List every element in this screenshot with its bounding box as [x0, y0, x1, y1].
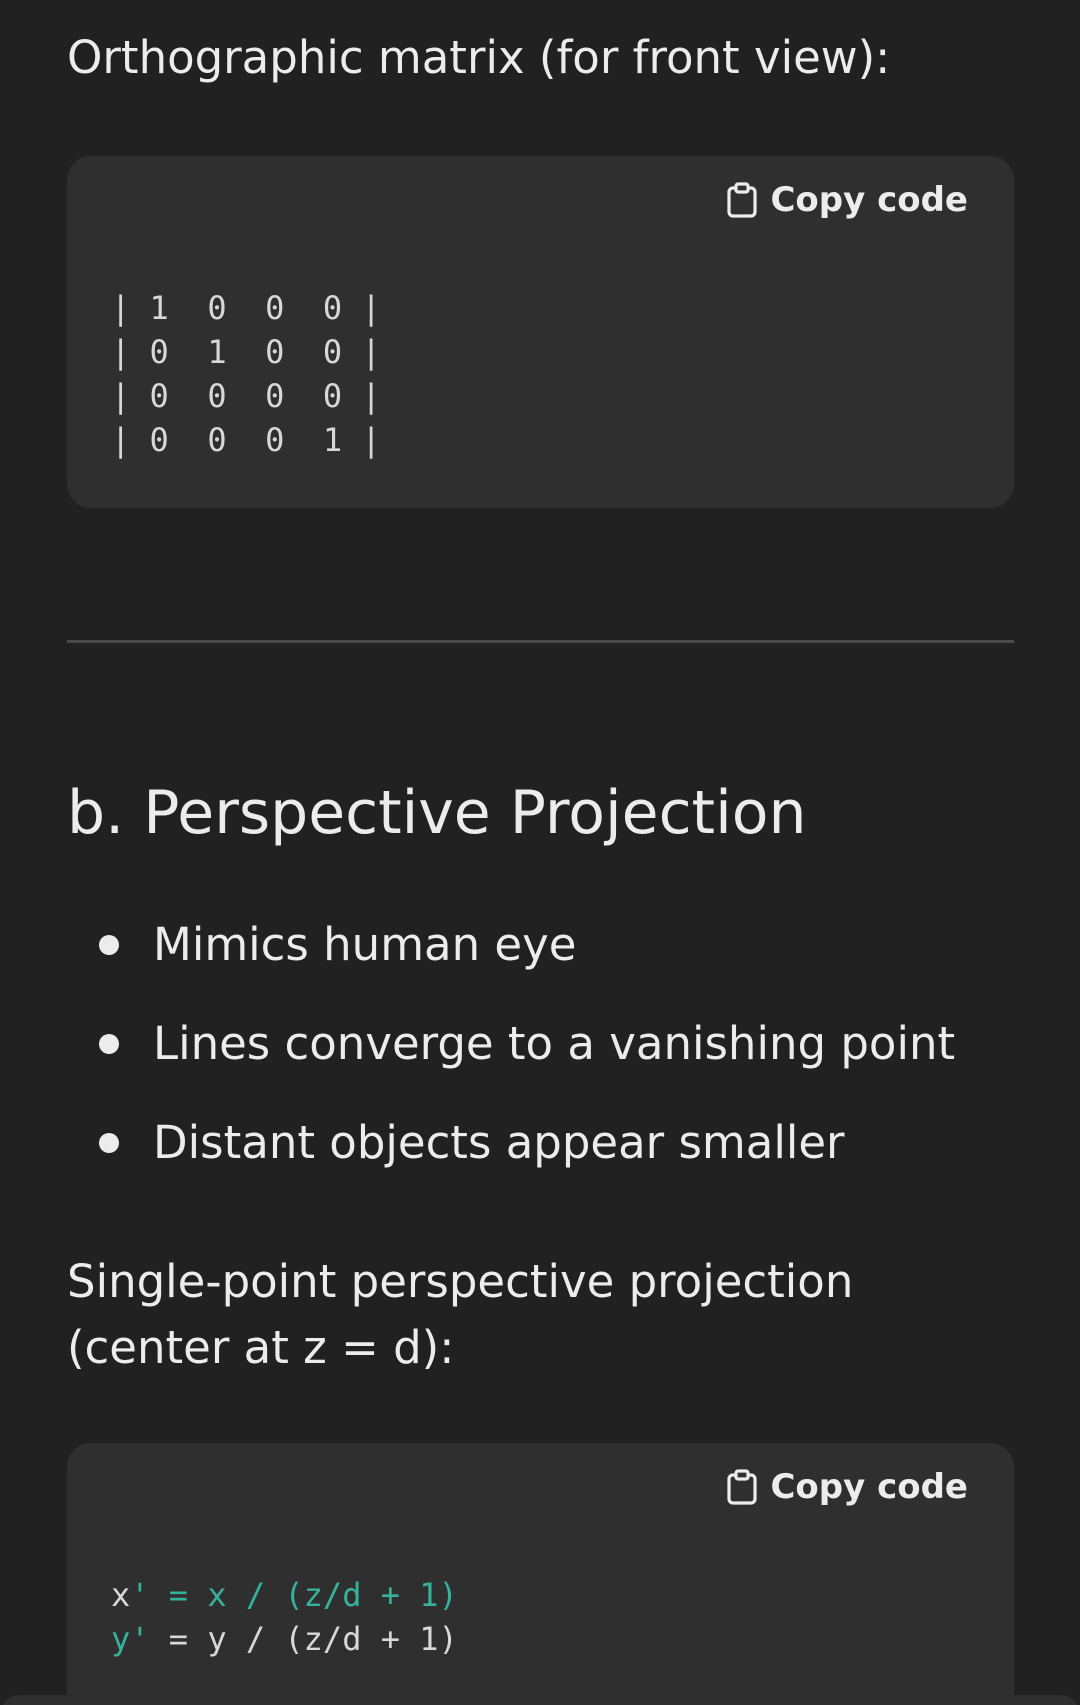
bullet-dot: [99, 1133, 119, 1153]
clipboard-icon: [726, 182, 758, 218]
copy-code-button[interactable]: Copy code: [726, 180, 968, 220]
bullet-list: Mimics human eye Lines converge to a van…: [67, 915, 955, 1212]
code-line: | 1 0 0 0 |: [111, 289, 381, 327]
list-item-text: Mimics human eye: [153, 918, 577, 971]
code-line: | 0 0 0 0 |: [111, 377, 381, 415]
code-line: | 0 1 0 0 |: [111, 333, 381, 371]
code-token: ': [130, 1620, 150, 1658]
code-text: | 1 0 0 0 | | 0 1 0 0 | | 0 0 0 0 | | 0 …: [111, 286, 381, 462]
list-item: Distant objects appear smaller: [67, 1113, 955, 1173]
intro-text: Orthographic matrix (for front view):: [67, 31, 891, 84]
code-token: ': [130, 1576, 150, 1614]
copy-code-label: Copy code: [770, 1467, 968, 1507]
copy-code-label: Copy code: [770, 180, 968, 220]
list-item: Mimics human eye: [67, 915, 955, 975]
section-title: b. Perspective Projection: [67, 778, 807, 848]
composer-bar-edge: [0, 1695, 1080, 1705]
list-item: Lines converge to a vanishing point: [67, 1014, 955, 1074]
bullet-dot: [99, 1034, 119, 1054]
list-item-text: Lines converge to a vanishing point: [153, 1017, 956, 1070]
clipboard-icon: [726, 1469, 758, 1505]
code-line: | 0 0 0 1 |: [111, 421, 381, 459]
code-token: y: [111, 1620, 131, 1658]
code-token: x / (z/d + 1): [207, 1576, 458, 1614]
copy-code-button[interactable]: Copy code: [726, 1467, 968, 1507]
code-token: = y / (z/d + 1): [149, 1620, 458, 1658]
code-block-perspective: Copy code x' = x / (z/d + 1) y' = y / (z…: [67, 1443, 1014, 1705]
perspective-text: Single-point perspective projection (cen…: [67, 1255, 854, 1374]
code-block-orthographic: Copy code | 1 0 0 0 | | 0 1 0 0 | | 0 0 …: [67, 156, 1014, 508]
code-text: x' = x / (z/d + 1) y' = y / (z/d + 1): [111, 1573, 458, 1661]
divider: [67, 640, 1014, 643]
bullet-dot: [99, 935, 119, 955]
code-token: x: [111, 1576, 131, 1614]
list-item-text: Distant objects appear smaller: [153, 1116, 845, 1169]
code-token: =: [149, 1576, 208, 1614]
